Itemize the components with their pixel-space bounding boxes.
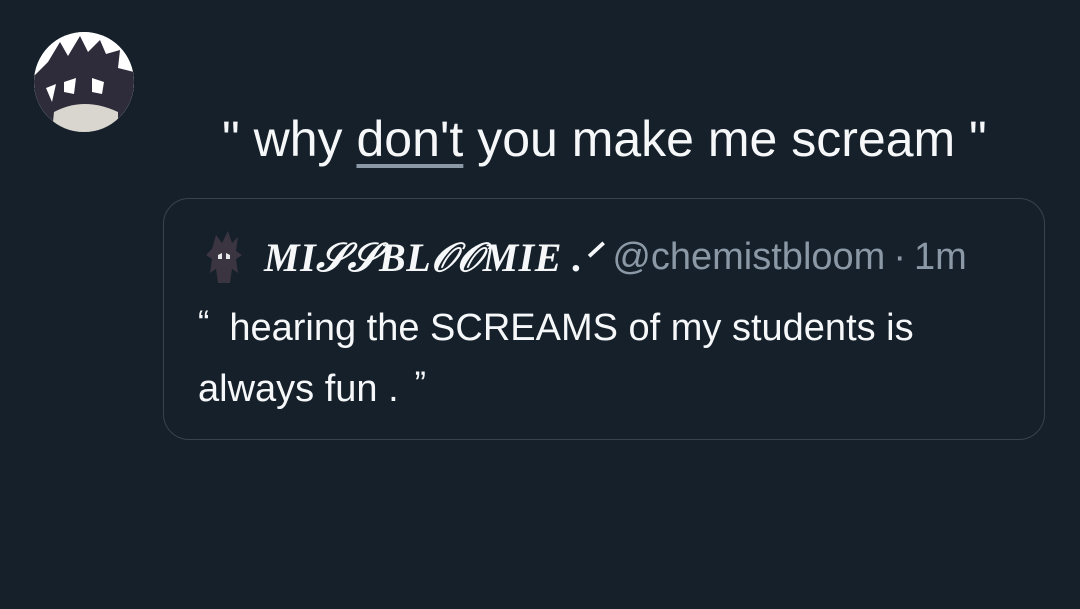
author-avatar[interactable] — [34, 32, 134, 132]
profile-avatar-icon — [34, 32, 134, 132]
open-quote-mark: “ — [198, 304, 210, 342]
tweet-text-part-1: " why — [222, 111, 357, 167]
quoted-handle[interactable]: @chemistbloom — [612, 236, 885, 279]
tweet-text-underlined: don't — [356, 111, 464, 167]
quoted-tweet-text: hearing the SCREAMS of my students is al… — [198, 307, 914, 410]
quoted-tweet-card[interactable]: MI𝒮𝒮BL𝒪𝒪MIE .ᐟ @chemistbloom · 1m “heari… — [163, 198, 1045, 440]
tweet-text-part-2: you make me scream " — [463, 111, 987, 167]
quoted-timestamp[interactable]: 1m — [914, 236, 967, 279]
tweet-text: " why don't you make me scream " — [222, 108, 987, 170]
separator-dot: · — [893, 235, 906, 278]
quoted-tweet-body: “hearing the SCREAMS of my students is a… — [198, 295, 1018, 417]
close-quote-mark: ” — [414, 365, 426, 403]
quoted-author-avatar[interactable] — [202, 229, 246, 285]
quoted-tweet-header: MI𝒮𝒮BL𝒪𝒪MIE .ᐟ @chemistbloom · 1m — [202, 227, 967, 287]
profile-avatar-icon — [206, 231, 242, 283]
quoted-display-name[interactable]: MI𝒮𝒮BL𝒪𝒪MIE .ᐟ — [264, 234, 600, 281]
